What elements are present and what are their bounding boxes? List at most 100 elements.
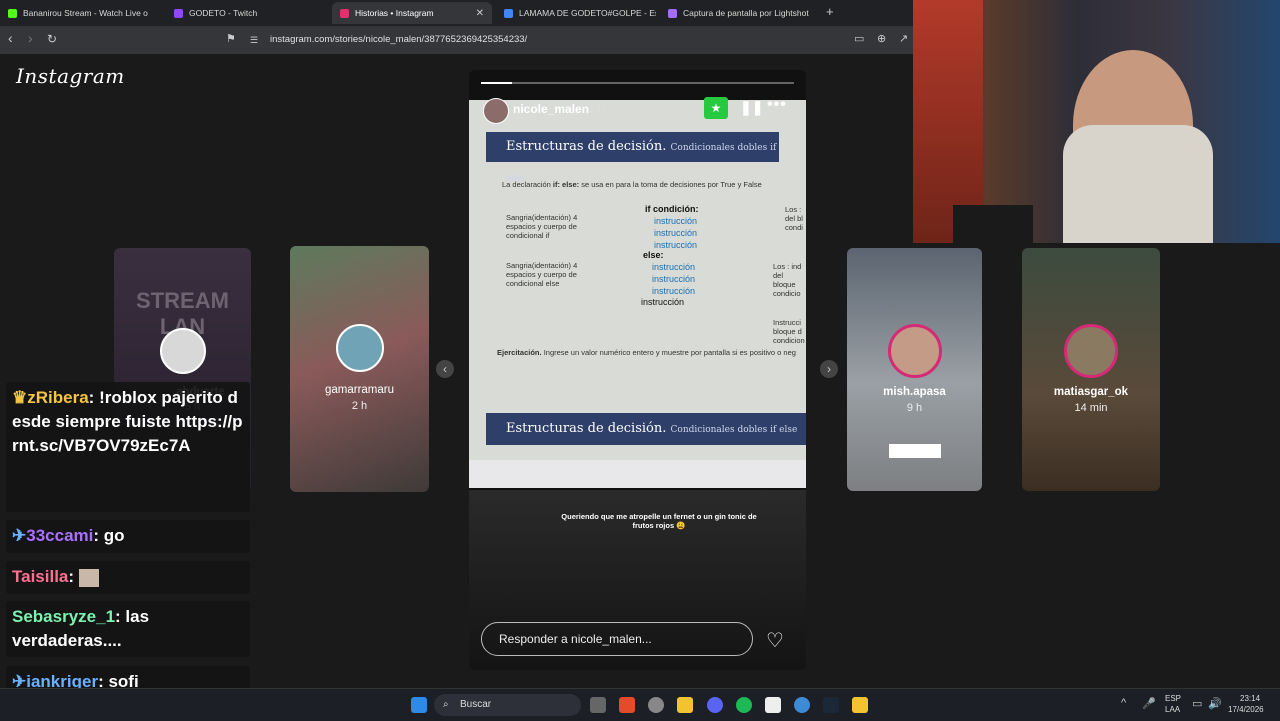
- avatar: [159, 328, 206, 374]
- story-card-gamarramaru[interactable]: gamarramaru 2 h: [290, 246, 429, 492]
- photo-taskbar-strip: [469, 460, 806, 488]
- story-username[interactable]: nicole_malen: [513, 102, 589, 116]
- chat-username: zRibera: [27, 388, 89, 407]
- clock-date[interactable]: 17/4/2026: [1228, 705, 1264, 714]
- url-field[interactable]: instagram.com/stories/nicole_malen/38776…: [270, 34, 527, 45]
- search-icon: ⌕: [443, 699, 449, 710]
- tab-lightshot[interactable]: Captura de pantalla por Lightshot: [660, 2, 820, 24]
- sheet-intro-post: se usa en para la toma de decisiones por…: [579, 180, 762, 189]
- spotify-icon[interactable]: [736, 697, 752, 713]
- card-time: 2 h: [351, 400, 368, 412]
- reload-icon[interactable]: ↻: [47, 32, 57, 46]
- chat-message: Sebasryze_1: las verdaderas....: [6, 601, 250, 657]
- sheet-exercise: Ejercitación. Ingrese un valor numérico …: [497, 348, 806, 357]
- chat-username: 33ccami: [26, 526, 94, 545]
- crown-icon: ♛: [12, 388, 28, 407]
- tab-title: Captura de pantalla por Lightshot: [683, 8, 809, 18]
- code-instr-2: instrucción: [654, 228, 698, 238]
- code-if: if condición:: [645, 204, 699, 214]
- share-icon[interactable]: ↗: [899, 32, 908, 45]
- new-tab-button[interactable]: +: [826, 4, 834, 19]
- story-card-matiasgar-ok[interactable]: matiasgar_ok 14 min: [1022, 248, 1160, 491]
- zoom-icon[interactable]: ⊕: [877, 32, 886, 45]
- close-tab-icon[interactable]: ✕: [476, 8, 484, 19]
- instagram-logo[interactable]: Instagram: [16, 64, 125, 88]
- site-info-icon[interactable]: ☰: [250, 35, 258, 46]
- twitch-icon: [174, 8, 183, 18]
- tab-title: Historias • Instagram: [355, 8, 434, 18]
- back-icon[interactable]: ‹: [8, 30, 13, 46]
- close-friends-star-icon: ★: [704, 97, 728, 119]
- ccleaner-icon[interactable]: [794, 697, 810, 713]
- card-sticker: [889, 444, 941, 458]
- sheet-header: Estructuras de decisión. Condicionales d…: [486, 132, 779, 184]
- code-instr-final: instrucción: [641, 297, 685, 307]
- sheet-subtitle: Condicionales dobles if else: [670, 425, 798, 435]
- sheet-note-3: Instrucci bloque d condicion: [773, 318, 805, 345]
- webcam-overlay: [913, 0, 1280, 243]
- tray-chevron-icon[interactable]: ^: [1121, 697, 1126, 709]
- card-time: 14 min: [1074, 402, 1108, 414]
- code-instr-1: instrucción: [654, 216, 698, 226]
- more-options-icon[interactable]: •••: [767, 96, 787, 114]
- capcut-icon[interactable]: [765, 697, 781, 713]
- windows-start-icon[interactable]: [411, 697, 427, 713]
- tab-title: GODETO - Twitch: [189, 8, 258, 18]
- story-time: 1 h: [588, 102, 605, 116]
- cast-icon[interactable]: ▭: [854, 32, 864, 45]
- chat-message: Taisilla:: [6, 561, 250, 594]
- sheet-intro-keyword: if: else:: [552, 180, 580, 189]
- tab-kick[interactable]: Bananirou Stream - Watch Live o: [0, 2, 160, 24]
- code-instr-5: instrucción: [652, 274, 696, 284]
- story-progress-bar: [481, 82, 794, 84]
- avatar: [887, 324, 942, 378]
- story-card-mish-apasa[interactable]: mish.apasa 9 h: [847, 248, 982, 491]
- brave-icon[interactable]: [619, 697, 635, 713]
- story-caption: Queriendo que me atropelle un fernet o u…: [561, 512, 757, 530]
- taskbar-search[interactable]: ⌕ Buscar: [434, 694, 581, 716]
- folder-icon[interactable]: [677, 697, 693, 713]
- kick-icon: [8, 8, 17, 18]
- discord-icon[interactable]: [707, 697, 723, 713]
- bookmark-icon[interactable]: ⚑: [226, 32, 236, 45]
- tab-twitch[interactable]: GODETO - Twitch: [166, 2, 326, 24]
- code-instr-6: instrucción: [652, 286, 696, 296]
- story-avatar[interactable]: [483, 98, 509, 124]
- search-label: Buscar: [460, 699, 492, 710]
- app-icon[interactable]: [648, 697, 664, 713]
- sheet-intro: La declaración if: else: se usa en para …: [502, 180, 762, 189]
- instagram-icon: [340, 8, 349, 18]
- card-time: 9 h: [906, 402, 923, 414]
- code-else: else:: [643, 250, 664, 260]
- progress-fill: [481, 82, 513, 84]
- story-image: Estructuras de decisión. Condicionales d…: [469, 100, 806, 488]
- microphone-icon[interactable]: 🎤: [1142, 697, 1156, 710]
- windows-taskbar: ⌕ Buscar ^ 🎤 ESP LAA ▭ 🔊 23:14 17/4/2026: [0, 688, 1280, 721]
- sheet-indent-if: Sangria(identación) 4 espacios y cuerpo …: [506, 213, 578, 240]
- next-story-button[interactable]: ›: [820, 360, 838, 378]
- task-view-icon[interactable]: [590, 697, 606, 713]
- code-instr-3: instrucción: [654, 240, 698, 250]
- rockstar-icon[interactable]: [852, 697, 868, 713]
- avatar: [1064, 324, 1118, 378]
- language-region[interactable]: LAA: [1165, 705, 1180, 714]
- previous-story-button[interactable]: ‹: [436, 360, 454, 378]
- tab-docs[interactable]: LAMAMA DE GODETO#GOLPE - Esta: [496, 2, 656, 24]
- card-username: mish.apasa: [883, 386, 946, 398]
- tab-instagram[interactable]: Historias • Instagram ✕: [332, 2, 492, 24]
- steam-icon[interactable]: [823, 697, 839, 713]
- docs-icon: [504, 8, 513, 18]
- tab-title: LAMAMA DE GODETO#GOLPE - Esta: [519, 8, 656, 18]
- clock-time[interactable]: 23:14: [1240, 694, 1260, 703]
- card-username: matiasgar_ok: [1053, 386, 1129, 398]
- network-icon[interactable]: ▭: [1192, 697, 1202, 710]
- reply-input[interactable]: Responder a nicole_malen...: [481, 622, 753, 656]
- chat-message: ♛zRibera: !roblox pajerito desde siempre…: [6, 382, 250, 512]
- language-code[interactable]: ESP: [1165, 694, 1181, 703]
- volume-icon[interactable]: 🔊: [1208, 697, 1222, 710]
- forward-icon[interactable]: ›: [28, 30, 33, 46]
- like-heart-icon[interactable]: ♡: [766, 628, 784, 653]
- pause-icon[interactable]: ❚❚: [740, 99, 763, 116]
- code-instr-4: instrucción: [652, 262, 696, 272]
- emote-image: [78, 568, 99, 587]
